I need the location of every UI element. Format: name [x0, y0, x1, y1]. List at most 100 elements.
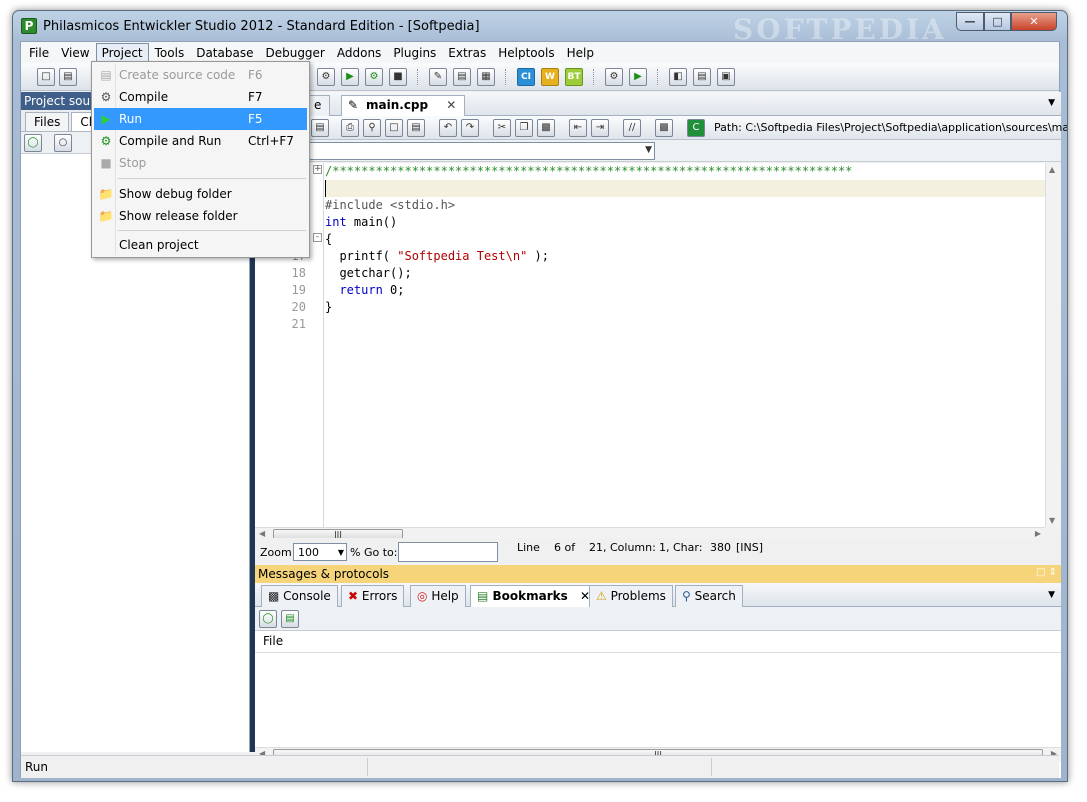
menu-tools[interactable]: Tools — [149, 43, 191, 63]
close-button[interactable]: ✕ — [1011, 12, 1057, 31]
menu-item-run[interactable]: ▶ Run F5 — [94, 108, 307, 130]
c-language-icon[interactable]: C — [687, 119, 705, 137]
fullscreen-icon[interactable]: ▣ — [717, 68, 735, 86]
menu-extras[interactable]: Extras — [442, 43, 492, 63]
scroll-right-icon[interactable]: ▶ — [1035, 529, 1041, 538]
print-preview-icon[interactable]: ⚲ — [363, 119, 381, 137]
form-edit-icon[interactable]: ✎ — [429, 68, 447, 86]
menu-item-stop[interactable]: ■ Stop — [94, 152, 307, 174]
code-line: /***************************************… — [325, 164, 853, 178]
comment-icon[interactable]: // — [623, 119, 641, 137]
goto-label: % Go to: — [350, 546, 398, 559]
function-selector[interactable]: ▼ — [257, 142, 655, 160]
tab-search[interactable]: ⚲ Search — [675, 585, 743, 607]
pin-icon[interactable]: □ ⇕ — [1036, 567, 1057, 578]
tab-main-cpp[interactable]: ✎ main.cpp ✕ — [341, 95, 466, 116]
outdent-icon[interactable]: ⇤ — [569, 119, 587, 137]
compile-gear-icon[interactable]: ⚙ — [317, 68, 335, 86]
stop-icon[interactable]: ■ — [389, 68, 407, 86]
refresh-icon[interactable]: ◯ — [24, 134, 42, 152]
scroll-up-icon[interactable]: ▲ — [1049, 165, 1055, 174]
paste-icon[interactable]: ▩ — [537, 119, 555, 137]
cut-icon[interactable]: ✂ — [493, 119, 511, 137]
menu-item-create-source[interactable]: ▤ Create source code F6 — [94, 64, 307, 86]
layout-split-icon[interactable]: ▤ — [693, 68, 711, 86]
tab-help[interactable]: ◎ Help — [410, 585, 466, 607]
tab-list-icon[interactable]: ▼ — [1048, 98, 1055, 108]
layout-left-icon[interactable]: ◧ — [669, 68, 687, 86]
code-editor[interactable]: 17 18 19 20 21 + - /********************… — [255, 163, 1045, 527]
stop-icon: ■ — [100, 156, 112, 170]
print-icon[interactable]: ⎙ — [341, 119, 359, 137]
menu-debugger[interactable]: Debugger — [259, 43, 330, 63]
fold-minus-icon[interactable]: - — [313, 233, 322, 242]
problem-icon: ⚠ — [596, 589, 607, 603]
tab-errors[interactable]: ✖ Errors — [341, 585, 405, 607]
char-value: 380 — [710, 541, 731, 554]
zoom-input[interactable]: 100 ▼ — [293, 543, 347, 561]
menu-view[interactable]: View — [55, 43, 95, 63]
page-icon[interactable]: □ — [385, 119, 403, 137]
fold-plus-icon[interactable]: + — [313, 165, 322, 174]
tab-console[interactable]: ▩ Console — [261, 585, 338, 607]
bookmark-list-icon[interactable]: ▤ — [281, 610, 299, 628]
line-number: 18 — [291, 266, 306, 280]
new-file-icon[interactable]: □ — [37, 68, 55, 86]
menu-item-clean-project[interactable]: Clean project — [94, 234, 307, 256]
menu-file[interactable]: File — [23, 43, 55, 63]
refresh-icon[interactable]: ◯ — [259, 610, 277, 628]
editor-area: e ✎ main.cpp ✕ ▼ ▤ ⎙ ⚲ □ ▤ ↶ ↷ ✂ ❐ ▩ ⇤ ⇥… — [255, 92, 1067, 542]
messages-title: Messages & protocols — [258, 567, 390, 581]
goto-input[interactable] — [398, 542, 498, 562]
copy-icon[interactable]: ❐ — [515, 119, 533, 137]
collapse-icon[interactable]: ○ — [54, 134, 72, 152]
menu-addons[interactable]: Addons — [331, 43, 387, 63]
gear-icon: ⚙ — [100, 90, 112, 104]
copy-page-icon[interactable]: ▤ — [407, 119, 425, 137]
menu-project[interactable]: Project — [95, 42, 149, 63]
tab-bookmarks[interactable]: ▤ Bookmarks ✕ — [470, 585, 598, 607]
minimize-button[interactable]: — — [956, 12, 984, 31]
menu-item-show-debug-folder[interactable]: 📁 Show debug folder — [94, 183, 307, 205]
menu-item-show-release-folder[interactable]: 📁 Show release folder — [94, 205, 307, 227]
scroll-left-icon[interactable]: ◀ — [259, 529, 265, 538]
status-cell — [367, 758, 368, 776]
undo-icon[interactable]: ↶ — [439, 119, 457, 137]
vertical-scrollbar[interactable]: ▲ ▼ — [1045, 163, 1061, 527]
chart-icon[interactable]: ▩ — [655, 119, 673, 137]
menu-helptools[interactable]: Helptools — [492, 43, 560, 63]
form-table-icon[interactable]: ▦ — [477, 68, 495, 86]
scroll-down-icon[interactable]: ▼ — [1049, 516, 1055, 525]
debug-run-icon[interactable]: ▶ — [629, 68, 647, 86]
total-lines: 21, Column: — [589, 541, 656, 554]
messages-column-header[interactable]: File — [255, 631, 1061, 653]
bt-icon[interactable]: BT — [565, 68, 583, 86]
title-bar[interactable]: P Philasmicos Entwickler Studio 2012 - S… — [13, 11, 1067, 46]
menu-item-compile-and-run[interactable]: ⚙ Compile and Run Ctrl+F7 — [94, 130, 307, 152]
w-icon[interactable]: W — [541, 68, 559, 86]
tab-errors-label: Errors — [361, 589, 398, 603]
ci-icon[interactable]: CI — [517, 68, 535, 86]
debug-icon[interactable]: ⚙ — [605, 68, 623, 86]
form-run-icon[interactable]: ▤ — [453, 68, 471, 86]
file-props-icon[interactable]: ▤ — [311, 119, 329, 137]
tab-files[interactable]: Files — [25, 112, 70, 131]
close-tab-icon[interactable]: ✕ — [446, 98, 456, 112]
open-project-icon[interactable]: ▤ — [59, 68, 77, 86]
tab-list-icon[interactable]: ▼ — [1048, 590, 1055, 600]
menu-item-compile[interactable]: ⚙ Compile F7 — [94, 86, 307, 108]
redo-icon[interactable]: ↷ — [461, 119, 479, 137]
indent-icon[interactable]: ⇥ — [591, 119, 609, 137]
code-line: return 0; — [339, 283, 405, 297]
tab-problems[interactable]: ⚠ Problems — [589, 585, 673, 607]
compile-run-icon[interactable]: ⚙ — [365, 68, 383, 86]
run-play-icon[interactable]: ▶ — [341, 68, 359, 86]
tab-help-label: Help — [431, 589, 459, 603]
menu-help[interactable]: Help — [561, 43, 600, 63]
fold-margin[interactable]: + - — [312, 163, 324, 527]
menu-plugins[interactable]: Plugins — [387, 43, 442, 63]
maximize-button[interactable]: □ — [984, 12, 1011, 31]
menu-database[interactable]: Database — [190, 43, 259, 63]
editor-toolbar: ▤ ⎙ ⚲ □ ▤ ↶ ↷ ✂ ❐ ▩ ⇤ ⇥ // ▩ C Path: C:\… — [255, 116, 1067, 140]
